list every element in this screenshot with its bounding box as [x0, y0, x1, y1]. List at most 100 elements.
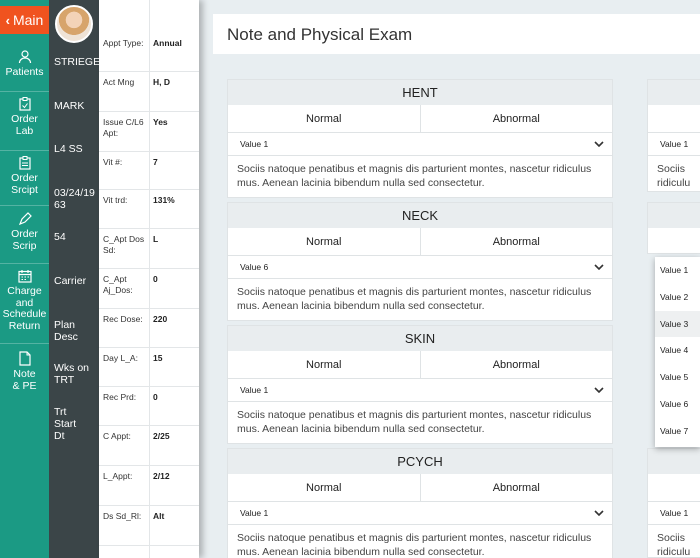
note-text-line: Sociis [657, 532, 686, 544]
select-value[interactable]: Value 1 [648, 133, 700, 156]
normal-abnormal-toggle [648, 105, 700, 133]
nav-item-order-scrip[interactable]: Order Scrip [0, 212, 49, 252]
main-button-label: Main [12, 12, 44, 28]
appt-value: 15 [153, 353, 163, 363]
normal-tab[interactable]: Normal [228, 474, 420, 501]
appt-row: C Appt: 2/25 [99, 426, 199, 466]
appt-row: C_Apt Aj_Dos: 0 [99, 269, 199, 309]
patient-age: 54 [54, 231, 66, 243]
exam-section-partial: Value 1 Sociis ridiculu [647, 448, 700, 558]
nav-item-note-pe[interactable]: Note & PE [0, 351, 49, 392]
patient-column: STRIEGEL MARK L4 SS 03/24/1963 54 Carrie… [49, 0, 106, 558]
note-text[interactable]: Sociis natoque penatibus et magnis dis p… [228, 279, 612, 320]
dropdown-option[interactable]: Value 3 [655, 310, 700, 338]
appt-key: Rec Dose: [103, 314, 143, 324]
dropdown-option[interactable]: Value 7 [655, 418, 700, 445]
select-value: Value 1 [240, 508, 269, 518]
main-button[interactable]: ‹ Main [0, 6, 49, 34]
appt-row: Vit #: 7 [99, 152, 199, 190]
nav-item-order-lab[interactable]: Order Lab [0, 97, 49, 137]
abnormal-tab[interactable]: Abnormal [419, 474, 613, 501]
nav-item-order-srcipt[interactable]: Order Srcipt [0, 156, 49, 196]
appt-row: L_Appt: 2/12 [99, 466, 199, 506]
person-icon [18, 50, 31, 64]
page-header: Note and Physical Exam [213, 14, 700, 54]
normal-tab[interactable]: Normal [228, 228, 420, 255]
nav-item-label: Patients [5, 66, 44, 78]
appt-value: 0 [153, 392, 158, 402]
normal-abnormal-toggle: Normal Abnormal [228, 474, 612, 502]
appt-value: Annual [153, 38, 182, 48]
appt-row: Appt Type: Annual [99, 0, 199, 72]
nav-item-label: Note & PE [12, 368, 37, 392]
patient-trt-start: Trt Start Dt [54, 406, 77, 442]
value-select[interactable]: Value 1 [228, 379, 612, 402]
appt-key: Act Mng [103, 77, 135, 87]
appt-row: Rec Dose: 220 [99, 309, 199, 348]
normal-tab[interactable]: Normal [228, 351, 420, 378]
note-text[interactable]: Sociis natoque penatibus et magnis dis p… [228, 525, 612, 558]
appt-key: Rec Prd: [103, 392, 137, 402]
normal-tab[interactable]: Normal [228, 105, 420, 132]
nav-item-patients[interactable]: Patients [0, 50, 49, 79]
patient-dob: 03/24/1963 [54, 187, 95, 211]
note-text[interactable]: Sociis ridiculu [648, 156, 700, 191]
appt-key: C Appt: [103, 431, 131, 441]
nav-divider [0, 263, 49, 264]
appt-row: Issue C/L6 Apt: Yes [99, 112, 199, 152]
note-text[interactable]: Sociis natoque penatibus et magnis dis p… [228, 156, 612, 197]
appt-value: 2/25 [153, 431, 170, 441]
appt-key: Day L_A: [103, 353, 138, 363]
left-nav: ‹ Main Patients Order Lab Order Srcipt O [0, 0, 49, 558]
note-text[interactable]: Sociis ridiculu [648, 525, 700, 558]
value-select[interactable]: Value 6 [228, 256, 612, 279]
appt-value: 220 [153, 314, 168, 324]
patient-wks-on-trt: Wks on TRT [54, 362, 90, 386]
value-select[interactable]: Value 1 [228, 502, 612, 525]
nav-item-charge-schedule[interactable]: Charge and Schedule Return [0, 269, 49, 332]
patient-name: STRIEGEL [54, 56, 106, 68]
note-text-line: ridiculu [657, 545, 691, 558]
appt-row: Day L_A: 15 [99, 348, 199, 387]
section-title: NECK [228, 203, 612, 228]
appt-value: L [153, 234, 159, 244]
abnormal-tab[interactable]: Abnormal [419, 228, 613, 255]
exam-section-skin: SKIN Normal Abnormal Value 1 Sociis nato… [227, 325, 613, 444]
exam-section-neck: NECK Normal Abnormal Value 6 Sociis nato… [227, 202, 613, 321]
nav-item-label: Order Scrip [11, 228, 38, 252]
appointment-column: Appt Type: Annual Act Mng H, D Issue C/L… [99, 0, 199, 558]
dropdown-option[interactable]: Value 6 [655, 391, 700, 418]
dropdown-option[interactable]: Value 1 [655, 257, 700, 284]
normal-abnormal-toggle: Normal Abnormal [228, 105, 612, 133]
appt-key: Issue C/L6 Apt: [103, 117, 144, 138]
chevron-down-icon [594, 387, 604, 393]
appt-key: Ds Sd_Rl: [103, 511, 142, 521]
appt-value: Alt [153, 511, 165, 521]
chevron-down-icon [594, 141, 604, 147]
section-title: HENT [228, 80, 612, 105]
avatar[interactable] [55, 5, 93, 43]
value-select[interactable]: Value 1 [228, 133, 612, 156]
select-value[interactable]: Value 1 [648, 502, 700, 525]
nav-item-label: Order Lab [11, 113, 38, 137]
exam-section-partial [647, 202, 700, 254]
note-text[interactable]: Sociis natoque penatibus et magnis dis p… [228, 402, 612, 443]
section-header [648, 449, 700, 474]
abnormal-tab[interactable]: Abnormal [419, 351, 613, 378]
clipboard-icon [18, 156, 31, 170]
chevron-down-icon [594, 510, 604, 516]
section-title: PCYCH [228, 449, 612, 474]
appt-value: Yes [153, 117, 168, 127]
nav-divider [0, 150, 49, 151]
dropdown-option[interactable]: Value 4 [655, 337, 700, 364]
clipboard-icon [18, 97, 31, 111]
appt-value: 2/12 [153, 471, 170, 481]
patient-plan: Plan Desc [54, 319, 78, 343]
abnormal-tab[interactable]: Abnormal [419, 105, 613, 132]
dropdown-option[interactable]: Value 5 [655, 364, 700, 391]
appt-key: L_Appt: [103, 471, 133, 481]
nav-divider [0, 91, 49, 92]
dropdown-option[interactable]: Value 2 [655, 284, 700, 311]
select-value: Value 6 [240, 262, 269, 272]
chevron-down-icon [594, 264, 604, 270]
